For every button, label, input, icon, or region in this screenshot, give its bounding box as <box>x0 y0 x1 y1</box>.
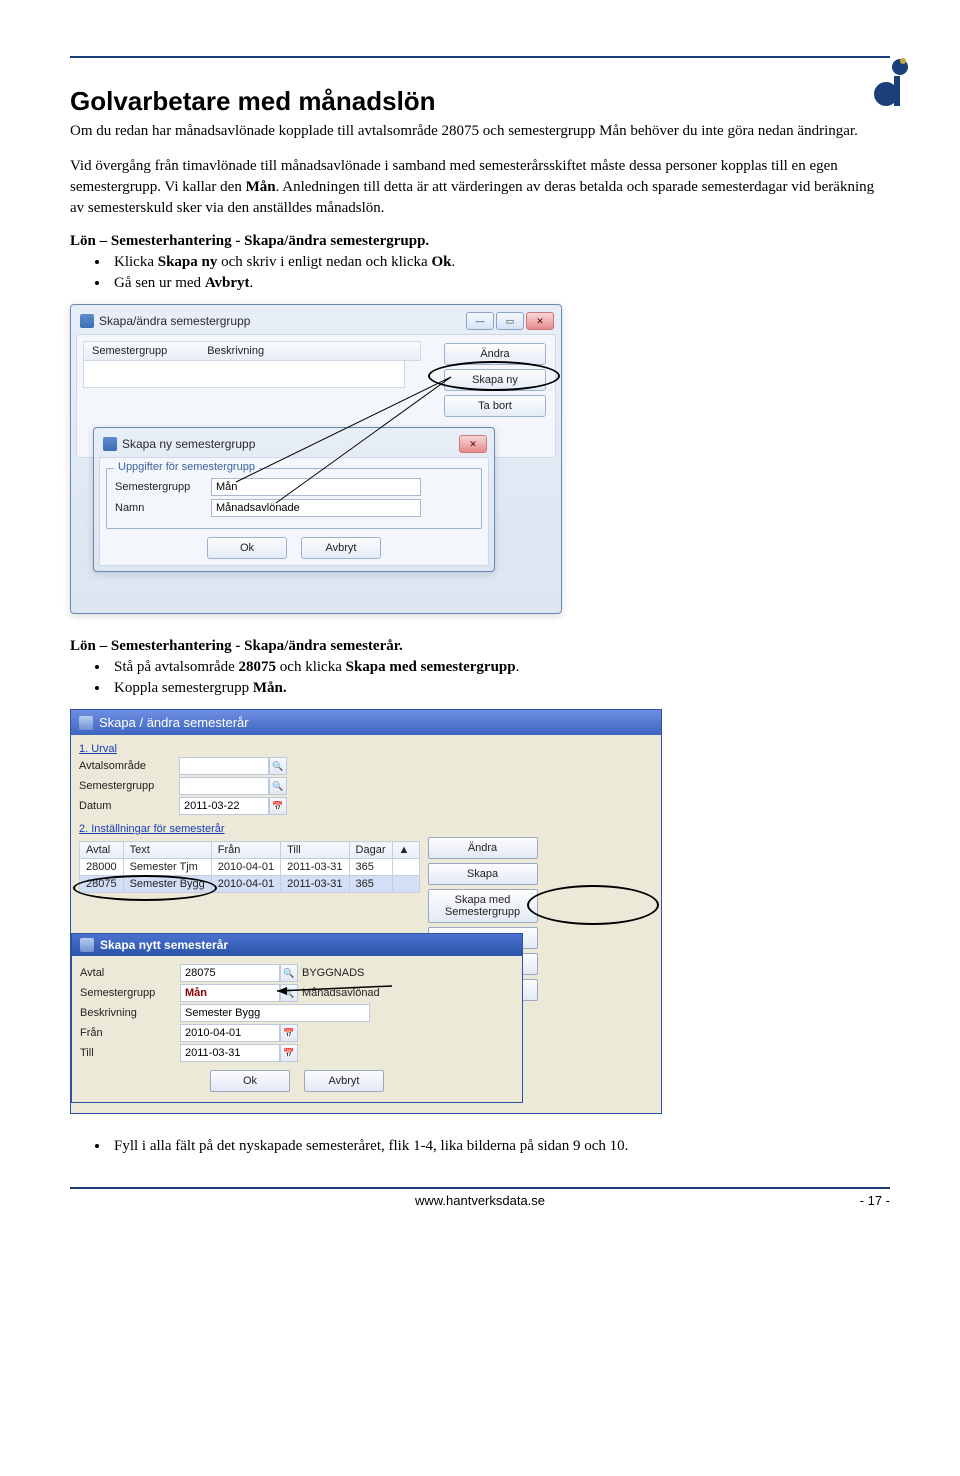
bullet-fyll-i-alla: Fyll i alla fält på det nyskapade semest… <box>110 1136 890 1157</box>
intro-p2-bold: Mån <box>246 179 276 195</box>
minimize-button[interactable]: — <box>466 312 494 330</box>
lookup-till-icon[interactable]: 📅 <box>280 1044 298 1062</box>
th-fran[interactable]: Från <box>211 842 280 859</box>
brand-logo-icon <box>870 56 910 108</box>
section2-bullets: Stå på avtalsområde 28075 och klicka Ska… <box>70 657 890 699</box>
section-installningar-link[interactable]: 2. Inställningar för semesterår <box>79 823 653 835</box>
dialog1-icon <box>80 314 94 328</box>
dialog1-list-header: Semestergrupp Beskrivning <box>83 341 421 361</box>
page: Golvarbetare med månadslön Om du redan h… <box>0 56 960 1248</box>
semestergrupp-extra: Månadsavlönad <box>302 987 380 999</box>
header-divider <box>70 56 890 58</box>
input-semestergrupp[interactable] <box>211 478 421 496</box>
section-urval-link[interactable]: 1. Urval <box>79 743 653 755</box>
label-datum: Datum <box>79 800 179 812</box>
dialog1-titlebar: Skapa/ändra semestergrupp — ▭ ✕ <box>76 310 556 334</box>
skapa-ny-button[interactable]: Skapa ny <box>444 369 546 391</box>
label-semestergrupp: Semestergrupp <box>115 481 205 493</box>
th-scroll: ▲ <box>392 842 419 859</box>
section2-title: Lön – Semesterhantering - Skapa/ändra se… <box>70 638 890 655</box>
th-till[interactable]: Till <box>281 842 349 859</box>
bullet-koppla: Koppla semestergrupp Mån. <box>110 678 890 699</box>
footer-page: - 17 - <box>830 1193 890 1208</box>
ta-bort-button[interactable]: Ta bort <box>444 395 546 417</box>
section1-title: Lön – Semesterhantering - Skapa/ändra se… <box>70 233 890 250</box>
skapa-button[interactable]: Skapa <box>428 863 538 885</box>
groupbox-uppgifter: Uppgifter för semestergrupp Semestergrup… <box>106 468 482 529</box>
input-datum[interactable] <box>179 797 269 815</box>
dialog2-icon <box>79 716 93 730</box>
col-beskrivning: Beskrivning <box>207 345 264 357</box>
footer-url: www.hantverksdata.se <box>130 1193 830 1208</box>
intro-p1: Om du redan har månadsavlönade kopplade … <box>70 121 890 142</box>
lookup-avtal-icon[interactable]: 🔍 <box>280 964 298 982</box>
ok-button2[interactable]: Ok <box>210 1070 290 1092</box>
dialog1-title: Skapa/ändra semestergrupp <box>99 314 250 328</box>
label-till: Till <box>80 1047 180 1059</box>
input-semestergrupp3[interactable] <box>180 984 280 1002</box>
andra-button[interactable]: Ändra <box>444 343 546 365</box>
label-fran: Från <box>80 1027 180 1039</box>
input-till[interactable] <box>180 1044 280 1062</box>
dialog1-empty-list <box>83 361 405 388</box>
bullet-avbryt: Gå sen ur med Avbryt. <box>110 273 890 294</box>
skapa-med-semestergrupp-button[interactable]: Skapa med Semestergrupp <box>428 889 538 923</box>
maximize-button[interactable]: ▭ <box>496 312 524 330</box>
avbryt-button2[interactable]: Avbryt <box>304 1070 384 1092</box>
th-avtal[interactable]: Avtal <box>80 842 124 859</box>
label-avtalsomrade: Avtalsområde <box>79 760 179 772</box>
lookup-semestergrupp-icon[interactable]: 🔍 <box>269 777 287 795</box>
page-title: Golvarbetare med månadslön <box>70 86 890 117</box>
th-text[interactable]: Text <box>123 842 211 859</box>
input-avtal[interactable] <box>180 964 280 982</box>
label-semestergrupp3: Semestergrupp <box>80 987 180 999</box>
groupbox-legend: Uppgifter för semestergrupp <box>114 461 259 473</box>
input-namn[interactable] <box>211 499 421 517</box>
dialog2-titlebar: Skapa / ändra semesterår <box>71 710 661 735</box>
input-fran[interactable] <box>180 1024 280 1042</box>
table-row-selected[interactable]: 28075 Semester Bygg 2010-04-01 2011-03-3… <box>80 876 420 893</box>
subdialog2-icon <box>80 938 94 952</box>
input-semestergrupp2[interactable] <box>179 777 269 795</box>
col-semestergrupp: Semestergrupp <box>92 345 167 357</box>
page-footer: www.hantverksdata.se - 17 - <box>70 1187 890 1208</box>
intro-p2: Vid övergång från timavlönade till månad… <box>70 156 890 219</box>
input-beskrivning[interactable] <box>180 1004 370 1022</box>
label-namn: Namn <box>115 502 205 514</box>
label-avtal: Avtal <box>80 967 180 979</box>
dialog-skapa-andra-semesterar: Skapa / ändra semesterår 1. Urval Avtals… <box>70 709 662 1114</box>
bullet-sta-pa: Stå på avtalsområde 28075 och klicka Ska… <box>110 657 890 678</box>
dialog-skapa-andra-semestergrupp: Skapa/ändra semestergrupp — ▭ ✕ Semester… <box>70 304 562 614</box>
input-avtalsomrade[interactable] <box>179 757 269 775</box>
subdialog1-title: Skapa ny semestergrupp <box>122 437 255 451</box>
label-beskrivning: Beskrivning <box>80 1007 180 1019</box>
ok-button[interactable]: Ok <box>207 537 287 559</box>
dialog-skapa-ny-semestergrupp: Skapa ny semestergrupp ✕ Uppgifter för s… <box>93 427 495 572</box>
sub-close-button[interactable]: ✕ <box>459 435 487 453</box>
th-dagar[interactable]: Dagar <box>349 842 392 859</box>
lookup-fran-icon[interactable]: 📅 <box>280 1024 298 1042</box>
label-semestergrupp2: Semestergrupp <box>79 780 179 792</box>
section1-bullets: Klicka Skapa ny och skriv i enligt nedan… <box>70 252 890 294</box>
table-row[interactable]: 28000 Semester Tjm 2010-04-01 2011-03-31… <box>80 859 420 876</box>
lookup-datum-icon[interactable]: 📅 <box>269 797 287 815</box>
dialog2-title: Skapa / ändra semesterår <box>99 715 249 730</box>
last-bullets: Fyll i alla fält på det nyskapade semest… <box>70 1136 890 1157</box>
semesterar-table: Avtal Text Från Till Dagar ▲ 28000 Semes… <box>79 841 420 893</box>
avbryt-button[interactable]: Avbryt <box>301 537 381 559</box>
bullet-skapa-ny: Klicka Skapa ny och skriv i enligt nedan… <box>110 252 890 273</box>
lookup-avtalsomrade-icon[interactable]: 🔍 <box>269 757 287 775</box>
subdialog2-title: Skapa nytt semesterår <box>100 938 228 952</box>
dialog-skapa-nytt-semesterar: Skapa nytt semesterår Avtal 🔍 BYGGNADS S… <box>71 933 523 1103</box>
avtal-extra: BYGGNADS <box>302 967 364 979</box>
annotation-oval-skapa-med <box>527 885 659 925</box>
close-button[interactable]: ✕ <box>526 312 554 330</box>
andra-button2[interactable]: Ändra <box>428 837 538 859</box>
subdialog1-icon <box>103 437 117 451</box>
lookup-semestergrupp3-icon[interactable]: 🔍 <box>280 984 298 1002</box>
